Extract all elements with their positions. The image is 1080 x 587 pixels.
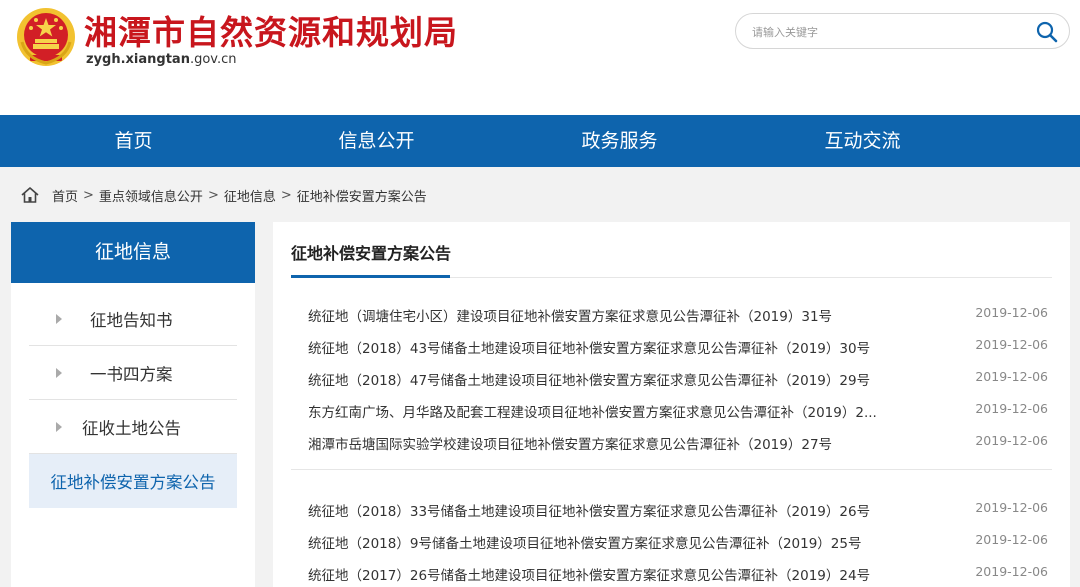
list-item[interactable]: 统征地（2018）33号储备土地建设项目征地补偿安置方案征求意见公告潭征补（20… — [308, 500, 1048, 520]
list-item[interactable]: 统征地（2018）47号储备土地建设项目征地补偿安置方案征求意见公告潭征补（20… — [308, 369, 1048, 389]
sidebar-item-label: 征收土地公告 — [82, 418, 181, 438]
sidebar-item-label: 征地告知书 — [90, 310, 173, 330]
list-item[interactable]: 统征地（调塘住宅小区）建设项目征地补偿安置方案征求意见公告潭征补（2019）31… — [308, 305, 1048, 325]
nav-item-info-disclosure[interactable]: 信息公开 — [255, 115, 498, 167]
list-group-divider — [291, 469, 1052, 470]
sidebar-item-label: 一书四方案 — [90, 364, 173, 384]
page-title: 征地补偿安置方案公告 — [291, 244, 452, 263]
home-icon[interactable] — [20, 186, 40, 204]
list-item-title[interactable]: 统征地（调塘住宅小区）建设项目征地补偿安置方案征求意见公告潭征补（2019）31… — [308, 305, 903, 325]
breadcrumb-land-info[interactable]: 征地信息 — [224, 186, 276, 205]
list-item[interactable]: 统征地（2018）43号储备土地建设项目征地补偿安置方案征求意见公告潭征补（20… — [308, 337, 1048, 357]
title-underline — [291, 275, 450, 278]
list-item-date: 2019-12-06 — [975, 369, 1048, 384]
breadcrumb-home[interactable]: 首页 — [52, 186, 78, 205]
list-item-date: 2019-12-06 — [975, 337, 1048, 352]
nav-item-interaction[interactable]: 互动交流 — [741, 115, 984, 167]
sidebar-item-notice-letter[interactable]: 征地告知书 — [29, 292, 237, 346]
sidebar: 征地信息 征地告知书 一书四方案 征收土地公告 征地补偿安置方案公告 — [11, 222, 255, 587]
list-item-title[interactable]: 统征地（2018）9号储备土地建设项目征地补偿安置方案征求意见公告潭征补（201… — [308, 532, 903, 552]
breadcrumb-separator: > — [280, 187, 292, 203]
triangle-right-icon — [56, 313, 62, 324]
search-box — [735, 13, 1070, 49]
triangle-right-icon — [56, 367, 62, 378]
sidebar-item-land-expropriation-notice[interactable]: 征收土地公告 — [29, 400, 237, 454]
list-item[interactable]: 统征地（2018）9号储备土地建设项目征地补偿安置方案征求意见公告潭征补（201… — [308, 532, 1048, 552]
list-item-title[interactable]: 统征地（2018）47号储备土地建设项目征地补偿安置方案征求意见公告潭征补（20… — [308, 369, 903, 389]
list-item-date: 2019-12-06 — [975, 500, 1048, 515]
list-item-title[interactable]: 东方红南广场、月华路及配套工程建设项目征地补偿安置方案征求意见公告潭征补（201… — [308, 401, 903, 421]
list-item-title[interactable]: 统征地（2017）26号储备土地建设项目征地补偿安置方案征求意见公告潭征补（20… — [308, 564, 903, 584]
site-domain-suffix: .gov.cn — [189, 52, 237, 67]
list-item-title[interactable]: 湘潭市岳塘国际实验学校建设项目征地补偿安置方案征求意见公告潭征补（2019）27… — [308, 433, 903, 453]
list-item[interactable]: 湘潭市岳塘国际实验学校建设项目征地补偿安置方案征求意见公告潭征补（2019）27… — [308, 433, 1048, 453]
site-title: 湘潭市自然资源和规划局 — [84, 13, 458, 52]
breadcrumb: 首页 > 重点领域信息公开 > 征地信息 > 征地补偿安置方案公告 — [20, 184, 427, 206]
list-item-date: 2019-12-06 — [975, 433, 1048, 448]
sidebar-item-compensation-plan[interactable]: 征地补偿安置方案公告 — [29, 454, 237, 508]
search-icon[interactable] — [1035, 20, 1059, 44]
sidebar-item-label: 征地补偿安置方案公告 — [50, 473, 216, 492]
search-input[interactable] — [752, 22, 1022, 42]
site-domain: zygh.xiangtan.gov.cn — [86, 52, 237, 67]
list-item-date: 2019-12-06 — [975, 401, 1048, 416]
sidebar-item-one-book-four-plans[interactable]: 一书四方案 — [29, 346, 237, 400]
breadcrumb-current: 征地补偿安置方案公告 — [296, 189, 427, 205]
nav-item-government-services[interactable]: 政务服务 — [498, 115, 741, 167]
breadcrumb-separator: > — [207, 187, 219, 203]
list-item-title[interactable]: 统征地（2018）43号储备土地建设项目征地补偿安置方案征求意见公告潭征补（20… — [308, 337, 903, 357]
nav-item-home[interactable]: 首页 — [12, 115, 255, 167]
list-item-date: 2019-12-06 — [975, 305, 1048, 320]
site-domain-host: zygh.xiangtan — [86, 52, 190, 67]
national-emblem-icon — [17, 8, 75, 66]
triangle-right-icon — [56, 421, 62, 432]
list-item-title[interactable]: 统征地（2018）33号储备土地建设项目征地补偿安置方案征求意见公告潭征补（20… — [308, 500, 903, 520]
main-nav: 首页 信息公开 政务服务 互动交流 — [0, 115, 1080, 167]
list-item-date: 2019-12-06 — [975, 564, 1048, 579]
breadcrumb-key-areas[interactable]: 重点领域信息公开 — [99, 186, 203, 205]
list-item[interactable]: 统征地（2017）26号储备土地建设项目征地补偿安置方案征求意见公告潭征补（20… — [308, 564, 1048, 584]
main-content: 征地补偿安置方案公告 统征地（调塘住宅小区）建设项目征地补偿安置方案征求意见公告… — [273, 222, 1070, 587]
sidebar-heading: 征地信息 — [11, 222, 255, 283]
list-item[interactable]: 东方红南广场、月华路及配套工程建设项目征地补偿安置方案征求意见公告潭征补（201… — [308, 401, 1048, 421]
site-header: 湘潭市自然资源和规划局 zygh.xiangtan.gov.cn — [0, 0, 1080, 115]
list-item-date: 2019-12-06 — [975, 532, 1048, 547]
breadcrumb-separator: > — [83, 187, 94, 203]
